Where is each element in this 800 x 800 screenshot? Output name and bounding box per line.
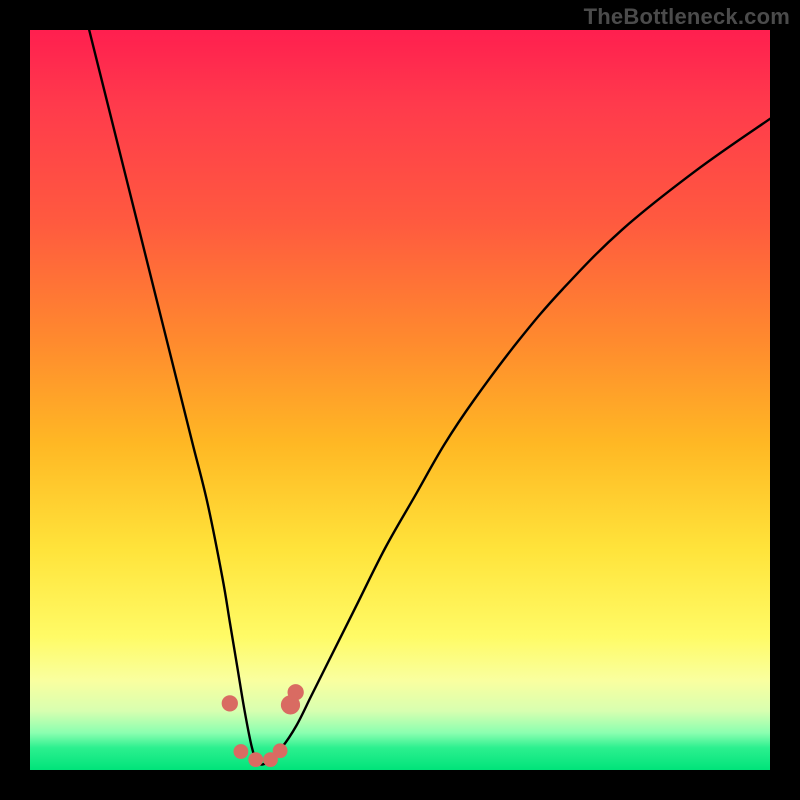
left-marker bbox=[222, 695, 238, 711]
dip-marker-4 bbox=[273, 743, 288, 758]
bottleneck-curve bbox=[89, 30, 770, 765]
dip-marker-1 bbox=[234, 744, 249, 759]
right-marker-2 bbox=[288, 684, 304, 700]
curve-svg bbox=[30, 30, 770, 770]
chart-frame: TheBottleneck.com bbox=[0, 0, 800, 800]
dip-marker-2 bbox=[248, 752, 263, 767]
watermark-text: TheBottleneck.com bbox=[584, 4, 790, 30]
plot-area bbox=[30, 30, 770, 770]
curve-markers bbox=[222, 684, 304, 767]
